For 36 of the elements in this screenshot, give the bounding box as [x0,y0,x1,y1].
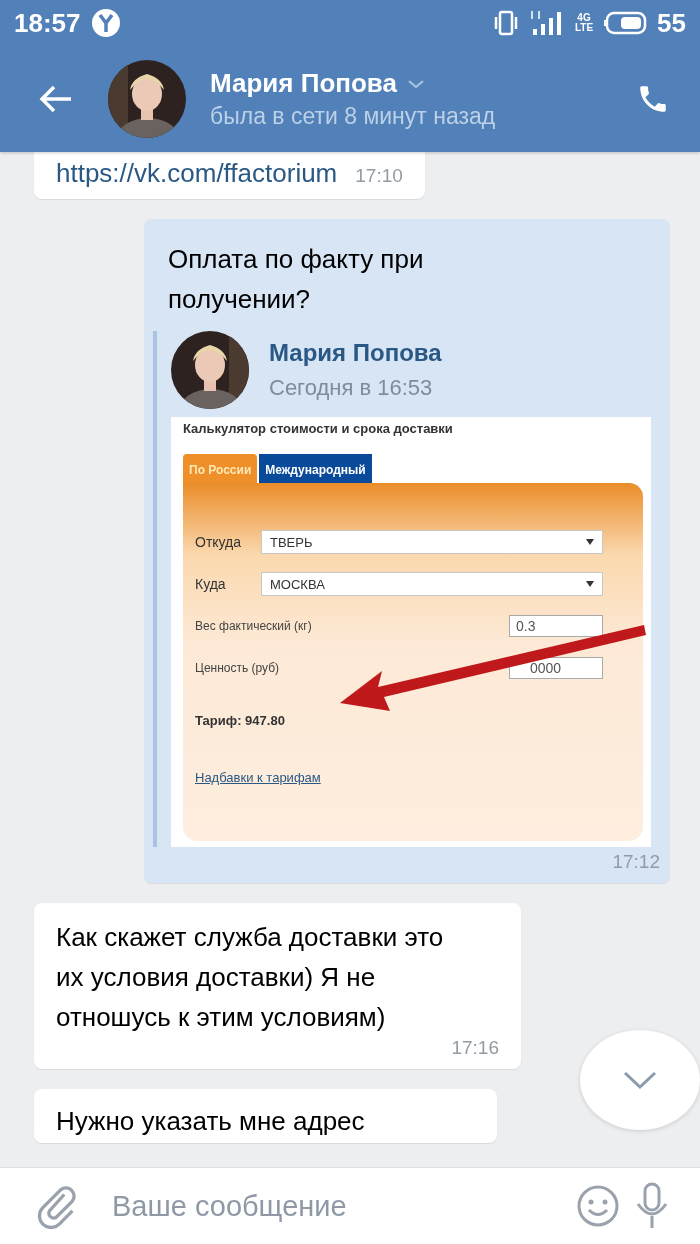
chevron-down-icon[interactable] [406,77,425,90]
battery-icon [603,10,648,36]
field-label: Куда [195,576,227,592]
message-text: Нужно указать мне адрес [56,1105,366,1138]
field-label: Ценность (руб) [195,661,281,675]
surcharges-link[interactable]: Надбавки к тарифам [195,770,321,785]
clock: 18:57 [14,7,81,39]
message-time: 17:12 [612,851,660,873]
forwarded-date: Сегодня в 16:53 [269,375,434,401]
network-label: 4G [577,13,591,23]
back-icon[interactable] [38,84,74,114]
attached-screenshot[interactable]: Калькулятор стоимости и срока доставки По России Международный Откуда ТВЕРЬ Куда МОСКВА Вес фактический (кг) 0.3 Ценность (руб) 0000 Тариф: 947.80 Надбавки к тарифам [171,417,651,847]
emoji-icon[interactable] [576,1184,620,1228]
city-dropdown[interactable]: ТВЕРЬ [261,530,603,554]
calculator-tab[interactable]: Международный [259,454,372,483]
message-link[interactable]: https://vk.com/ffactorium [56,158,338,189]
network-sublabel: LTE [574,23,594,33]
vibrate-icon [492,10,519,36]
forwarded-author[interactable]: Мария Попова [269,339,442,367]
contact-name[interactable]: Мария Попова [210,68,397,99]
microphone-icon[interactable] [634,1182,670,1230]
field-label: Откуда [195,534,243,550]
tariff-text: Тариф: 947.80 [195,713,286,728]
attach-icon[interactable] [36,1183,76,1229]
battery-level: 55 [657,7,686,39]
calculator-title: Калькулятор стоимости и срока доставки [183,421,454,436]
message-time: 17:16 [451,1037,499,1059]
message-time: 17:10 [355,165,403,187]
message-text: Оплата по факту при получении? [168,243,425,316]
field-label: Вес фактический (кг) [195,619,313,633]
browser-icon [90,8,121,38]
input-field[interactable]: 0.3 [509,615,603,637]
message-text: Как скажет служба доставки это их условия доставки) Я не отношусь к этим условиям) [56,921,445,1034]
chevron-down-icon [622,1070,658,1090]
city-dropdown[interactable]: МОСКВА [261,572,603,596]
last-seen-status: была в сети 8 минут назад [210,103,497,130]
